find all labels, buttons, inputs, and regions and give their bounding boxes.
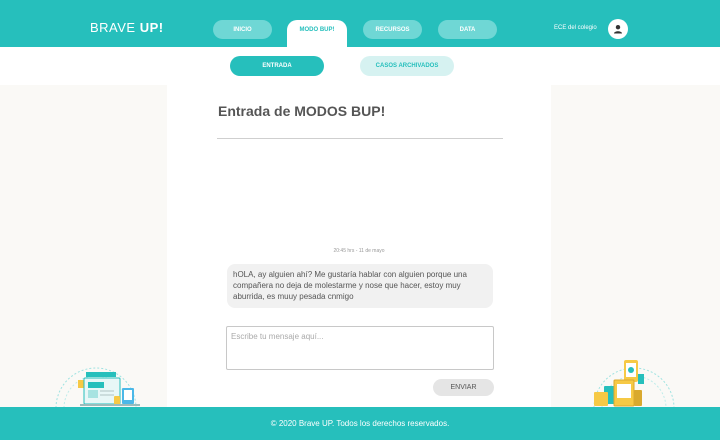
phone-illustration (593, 360, 675, 409)
message-input[interactable] (226, 326, 494, 370)
footer-copyright: © 2020 Brave UP. Todos los derechos rese… (270, 419, 450, 428)
logo-text-light: BRAVE (90, 20, 140, 35)
footer: © 2020 Brave UP. Todos los derechos rese… (0, 407, 720, 440)
message-bubble: hOLA, ay alguien ahí? Me gustaría hablar… (227, 264, 493, 308)
sub-navigation-bar: ENTRADA CASOS ARCHIVADOS (0, 47, 720, 85)
nav-tab-data[interactable]: DATA (438, 20, 497, 39)
top-navigation-bar: BRAVE UP! INICIO MODO BUP! RECURSOS DATA… (0, 0, 720, 47)
title-divider (217, 138, 503, 139)
logo-text-bold: UP! (139, 20, 164, 35)
main-content-panel: Entrada de MODOS BUP! 20:45 hrs - 11 de … (167, 85, 551, 407)
subtab-casos-archivados[interactable]: CASOS ARCHIVADOS (360, 56, 454, 76)
nav-tab-modo-bup[interactable]: MODO BUP! (287, 20, 347, 47)
send-button[interactable]: ENVIAR (433, 379, 494, 396)
nav-tab-recursos[interactable]: RECURSOS (363, 20, 422, 39)
brand-logo[interactable]: BRAVE UP! (90, 20, 164, 35)
user-avatar-button[interactable] (608, 19, 628, 39)
subtab-entrada[interactable]: ENTRADA (230, 56, 324, 76)
nav-tab-inicio[interactable]: INICIO (213, 20, 272, 39)
message-timestamp: 20:45 hrs - 11 de mayo (333, 248, 385, 254)
computer-illustration (55, 367, 140, 409)
user-icon (614, 25, 622, 34)
user-label: ECE del colegio (554, 25, 597, 31)
page-title: Entrada de MODOS BUP! (218, 103, 386, 119)
